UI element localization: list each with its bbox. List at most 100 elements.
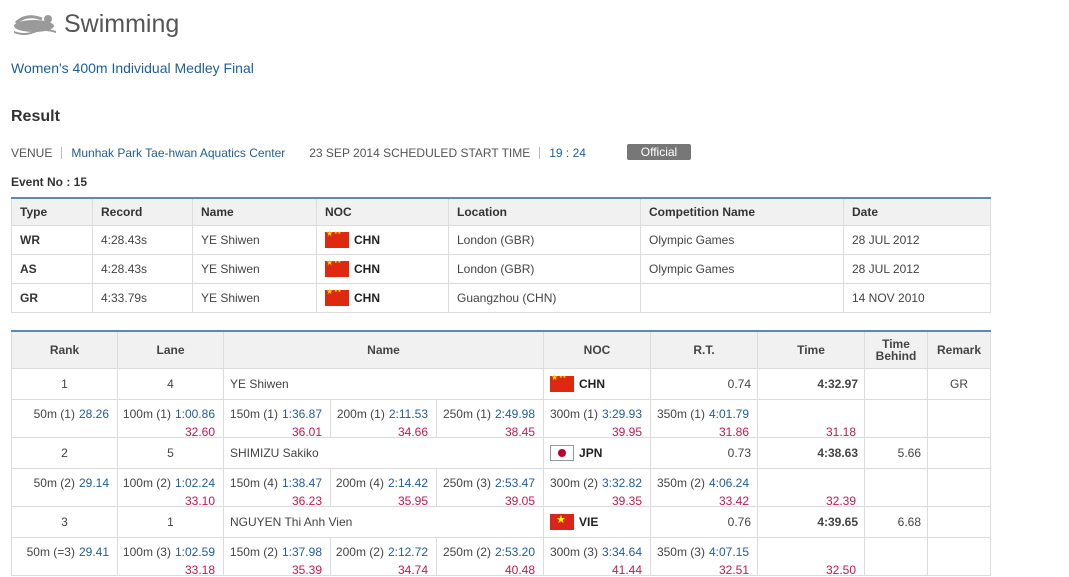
athlete-noc: CHN bbox=[543, 368, 652, 400]
record-holder: YE Shiwen bbox=[192, 225, 317, 255]
record-date: 14 NOV 2010 bbox=[843, 283, 991, 313]
athlete-noc: VIE bbox=[543, 506, 652, 538]
lap-time: 39.95 bbox=[611, 425, 643, 439]
split-label: 100m (2) bbox=[122, 476, 171, 490]
split-cell: 250m (3) 2:53.47 39.05 bbox=[435, 468, 545, 508]
split-time: 2:53.47 bbox=[494, 476, 536, 490]
split-label: 250m (2) bbox=[442, 545, 491, 559]
record-location: London (GBR) bbox=[448, 225, 641, 255]
col-competition: Competition Name bbox=[640, 197, 844, 226]
split-time: 2:53.20 bbox=[494, 545, 536, 559]
split-cell: 250m (1) 2:49.98 38.45 bbox=[435, 399, 545, 439]
record-type: AS bbox=[11, 254, 93, 284]
split-cell: 100m (2) 1:02.24 33.10 bbox=[117, 468, 224, 508]
split-empty-cell bbox=[927, 399, 991, 438]
split-cell: 150m (1) 1:36.87 36.01 bbox=[223, 399, 331, 439]
split-distance: 250m (2) 2:53.20 bbox=[443, 545, 535, 559]
split-label: 250m (1) bbox=[442, 407, 491, 421]
remark bbox=[927, 506, 991, 538]
divider bbox=[61, 147, 63, 159]
reaction-time: 0.73 bbox=[650, 437, 759, 469]
time-behind bbox=[864, 368, 929, 400]
china-flag-icon bbox=[325, 287, 349, 306]
split-distance: 100m (3) 1:02.59 bbox=[123, 545, 215, 559]
split-label: 150m (2) bbox=[229, 545, 278, 559]
lap-time: 33.10 bbox=[184, 494, 215, 508]
remark: GR bbox=[927, 368, 991, 400]
reaction-time: 0.74 bbox=[650, 368, 759, 400]
split-time: 3:34.64 bbox=[601, 545, 643, 559]
lap-time: 32.60 bbox=[184, 425, 215, 439]
col-time-behind: Time Behind bbox=[864, 330, 929, 369]
col-noc: NOC bbox=[543, 330, 652, 369]
split-cell: 100m (3) 1:02.59 33.18 bbox=[117, 537, 224, 577]
col-location: Location bbox=[448, 197, 641, 226]
schedule-text: 23 SEP 2014 SCHEDULED START TIME bbox=[309, 146, 531, 160]
split-distance: 250m (1) 2:49.98 bbox=[443, 407, 535, 421]
lap-time: 38.45 bbox=[504, 425, 536, 439]
split-time: 29.14 bbox=[78, 476, 109, 490]
remark bbox=[927, 437, 991, 469]
split-distance: 150m (2) 1:37.98 bbox=[230, 545, 322, 559]
record-date: 28 JUL 2012 bbox=[843, 225, 991, 255]
col-noc: NOC bbox=[316, 197, 449, 226]
split-time: 1:02.24 bbox=[174, 476, 215, 490]
record-value: 4:28.43s bbox=[92, 225, 193, 255]
split-cell: 300m (2) 3:32.82 39.35 bbox=[543, 468, 652, 508]
results-header-row: Rank Lane Name NOC R.T. Time Time Behind… bbox=[11, 330, 991, 369]
col-record: Record bbox=[92, 197, 193, 226]
split-time: 4:07.15 bbox=[708, 545, 750, 559]
japan-flag-icon bbox=[550, 445, 575, 461]
split-label: 100m (3) bbox=[122, 545, 171, 559]
split-label: 300m (2) bbox=[549, 476, 598, 490]
col-rank: Rank bbox=[11, 330, 118, 369]
split-time: 28.26 bbox=[78, 407, 109, 421]
event-title[interactable]: Women's 400m Individual Medley Final bbox=[11, 60, 254, 76]
final-time: 4:32.97 bbox=[757, 368, 866, 400]
record-value: 4:28.43s bbox=[92, 254, 193, 284]
reaction-time: 0.76 bbox=[650, 506, 759, 538]
col-name: Name bbox=[222, 330, 545, 369]
split-time: 2:11.53 bbox=[388, 407, 428, 421]
split-label: 50m (=3) bbox=[26, 545, 75, 559]
record-value: 4:33.79s bbox=[92, 283, 193, 313]
split-cell: 150m (4) 1:38.47 36.23 bbox=[223, 468, 331, 508]
split-cell: 350m (3) 4:07.15 32.51 bbox=[650, 537, 759, 577]
split-label: 300m (3) bbox=[549, 545, 598, 559]
lap-time: 39.35 bbox=[611, 494, 643, 508]
split-label: 350m (3) bbox=[656, 545, 705, 559]
final-time: 4:39.65 bbox=[757, 506, 866, 538]
sport-header: Swimming bbox=[10, 8, 179, 40]
record-noc: CHN bbox=[316, 283, 449, 313]
split-cell: 200m (2) 2:12.72 34.74 bbox=[330, 537, 437, 577]
split-time: 2:12.72 bbox=[387, 545, 428, 559]
noc-code: JPN bbox=[579, 446, 603, 460]
split-distance: 100m (1) 1:00.86 bbox=[123, 407, 215, 421]
split-time: 1:00.86 bbox=[174, 407, 215, 421]
lap-time: 40.48 bbox=[504, 563, 536, 577]
split-distance: 50m (1) 28.26 bbox=[34, 407, 109, 421]
vietnam-flag-icon bbox=[550, 513, 575, 530]
divider bbox=[539, 147, 541, 159]
time-behind: 6.68 bbox=[864, 506, 929, 538]
noc-code: CHN bbox=[354, 291, 380, 305]
split-distance: 100m (2) 1:02.24 bbox=[123, 476, 215, 490]
lap-time: 35.95 bbox=[397, 494, 428, 508]
lap-time: 32.50 bbox=[825, 563, 857, 577]
athlete-noc: JPN bbox=[543, 437, 652, 469]
lap-time: 32.51 bbox=[718, 563, 750, 577]
split-time: 3:32.82 bbox=[601, 476, 643, 490]
results-page: Swimming Women's 400m Individual Medley … bbox=[0, 0, 1069, 577]
col-type: Type bbox=[11, 197, 93, 226]
lap-time: 31.86 bbox=[718, 425, 750, 439]
split-distance: 150m (1) 1:36.87 bbox=[230, 407, 322, 421]
status-badge: Official bbox=[627, 144, 691, 160]
split-label: 50m (1) bbox=[33, 407, 75, 421]
split-time: 2:49.98 bbox=[494, 407, 536, 421]
page-title: Swimming bbox=[64, 9, 180, 38]
split-label: 200m (1) bbox=[336, 407, 385, 421]
split-time: 29.41 bbox=[78, 545, 109, 559]
venue-name[interactable]: Munhak Park Tae-hwan Aquatics Center bbox=[71, 146, 285, 160]
split-cell: 300m (3) 3:34.64 41.44 bbox=[543, 537, 652, 577]
lap-time: 33.18 bbox=[184, 563, 215, 577]
